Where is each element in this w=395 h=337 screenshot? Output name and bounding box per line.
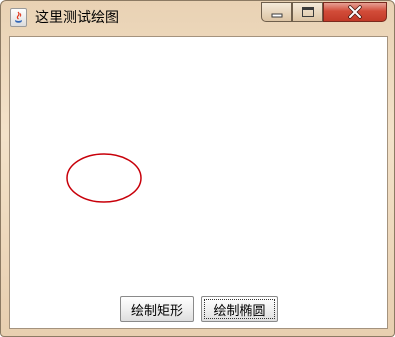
window-title: 这里测试绘图 <box>35 10 119 26</box>
draw-rectangle-button[interactable]: 绘制矩形 <box>120 296 194 322</box>
minimize-button[interactable] <box>261 2 292 22</box>
drawing-canvas <box>66 153 142 203</box>
java-icon[interactable] <box>10 8 27 27</box>
title-bar[interactable]: 这里测试绘图 <box>1 1 394 35</box>
close-button[interactable] <box>323 2 387 22</box>
app-window: 这里测试绘图 绘制矩形 绘制椭圆 <box>0 0 395 337</box>
maximize-icon <box>302 7 314 17</box>
maximize-button[interactable] <box>292 2 323 22</box>
close-icon <box>348 5 362 19</box>
minimize-icon <box>271 13 283 18</box>
draw-ellipse-button[interactable]: 绘制椭圆 <box>201 296 278 322</box>
drawn-ellipse <box>66 153 142 203</box>
drawing-panel: 绘制矩形 绘制椭圆 <box>9 36 388 329</box>
